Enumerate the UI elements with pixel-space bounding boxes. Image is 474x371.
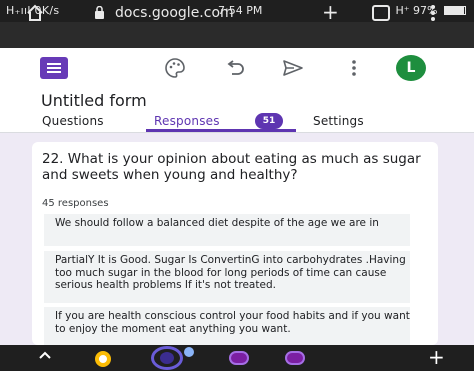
response-count: 45 responses (42, 198, 109, 209)
notification-badge (184, 347, 194, 357)
home-icon[interactable] (26, 4, 44, 22)
chevron-up-icon[interactable] (38, 348, 52, 362)
response-item: If you are health conscious control your… (44, 307, 410, 345)
undo-icon[interactable] (224, 58, 246, 78)
response-item: We should follow a balanced diet despite… (44, 214, 410, 246)
app-shortcut-icon[interactable] (229, 351, 249, 365)
active-app-icon[interactable] (151, 346, 183, 370)
browser-toolbar (0, 22, 474, 48)
browser-menu-icon[interactable] (430, 4, 436, 22)
tab-settings[interactable]: Settings (313, 114, 364, 128)
send-icon[interactable] (282, 58, 304, 78)
address-bar-url[interactable]: docs.google.com (115, 5, 234, 21)
google-forms-logo[interactable] (40, 57, 68, 79)
responses-count-badge: 51 (255, 113, 283, 129)
form-title[interactable]: Untitled form (41, 91, 147, 110)
question-title: 22. What is your opinion about eating as… (42, 151, 421, 183)
chrome-app-icon[interactable] (95, 351, 111, 367)
status-bar: H₊ııl 0K/s 7:54 PM H⁺ 97% (0, 0, 474, 22)
tab-responses[interactable]: Responses (154, 114, 220, 128)
avatar[interactable]: L (396, 55, 426, 81)
tab-questions[interactable]: Questions (42, 114, 104, 128)
new-tab-icon[interactable]: + (322, 1, 339, 23)
more-options-icon[interactable] (351, 58, 357, 78)
response-item: PartialY It is Good. Sugar Is ConvertinG… (44, 251, 410, 303)
lock-icon[interactable] (94, 6, 105, 19)
palette-icon[interactable] (164, 57, 186, 79)
tab-switcher-button[interactable]: 27 (372, 5, 390, 21)
app-shortcut-icon[interactable] (285, 351, 305, 365)
battery-icon (444, 6, 466, 15)
add-icon[interactable]: + (428, 345, 445, 369)
